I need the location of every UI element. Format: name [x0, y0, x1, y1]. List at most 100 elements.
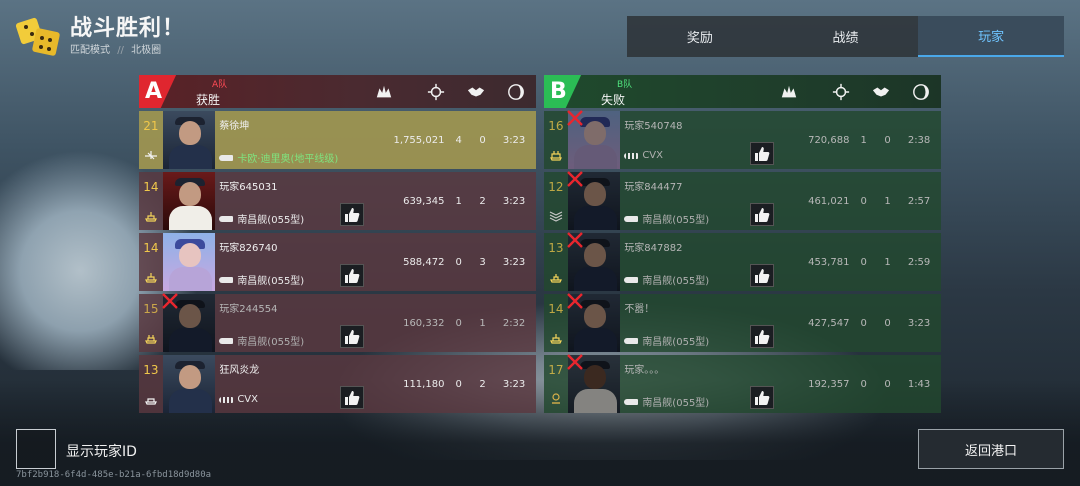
tab-rewards[interactable]: 奖励: [627, 16, 773, 57]
player-assists: 1: [479, 317, 486, 329]
show-player-id-label[interactable]: 显示玩家ID: [66, 441, 137, 461]
assists-column-icon: [861, 83, 901, 101]
ship-icon: [624, 337, 639, 344]
destroyed-x-icon: [567, 171, 583, 187]
destroyed-x-icon: [567, 293, 583, 309]
ship-icon: [624, 215, 639, 222]
kills-column-icon: [821, 83, 861, 101]
ship-name: CVX: [219, 394, 258, 405]
ship-icon: [219, 154, 234, 161]
player-score: 1,755,021: [393, 134, 445, 146]
destroyed-x-icon: [567, 110, 583, 126]
thumbs-up-icon: [755, 268, 770, 283]
player-kills: 0: [455, 317, 462, 329]
thumbs-up-icon: [755, 146, 770, 161]
player-name: 不嚣！: [624, 304, 655, 315]
player-score: 160,332: [403, 317, 445, 329]
player-level: 21: [143, 119, 159, 133]
player-kills: 0: [860, 256, 867, 268]
ship-name: 南昌舰(055型): [219, 211, 304, 226]
rank-ship-icon: [549, 151, 562, 161]
player-level: 14: [143, 180, 159, 194]
player-score: 192,357: [808, 378, 850, 390]
assists-column-icon: [456, 83, 496, 101]
tab-record[interactable]: 战绩: [773, 16, 919, 57]
team-b-result: 失败: [601, 93, 626, 107]
like-button[interactable]: [750, 325, 775, 348]
player-avatar: [162, 355, 216, 413]
player-level: 15: [143, 302, 159, 316]
like-button[interactable]: [340, 325, 365, 348]
player-kills: 0: [860, 317, 867, 329]
like-button[interactable]: [750, 142, 775, 165]
player-row[interactable]: 12 玩家844477 南昌舰(055型) 461,021 0 1 2:57: [544, 171, 941, 230]
match-info: 匹配模式 // 北极圈: [70, 41, 161, 56]
player-row[interactable]: 13 玩家847882 南昌舰(055型) 453,781 0 1 2:59: [544, 232, 941, 291]
team-b-header: B B队 失败: [544, 75, 941, 108]
show-player-id-checkbox[interactable]: [16, 429, 56, 469]
player-name: 玩家244554: [219, 304, 278, 315]
player-time: 3:23: [907, 317, 931, 329]
player-time: 2:59: [907, 256, 931, 268]
player-assists: 3: [479, 256, 486, 268]
rank-ship-icon: [549, 274, 562, 283]
thumbs-up-icon: [345, 207, 360, 222]
like-button[interactable]: [340, 203, 365, 226]
like-button[interactable]: [750, 203, 775, 226]
like-button[interactable]: [750, 264, 775, 287]
player-row[interactable]: 16 玩家540748 CVX 720,688 1 0 2:38: [544, 110, 941, 169]
player-assists: 1: [884, 195, 891, 207]
player-avatar: [162, 172, 216, 230]
ship-name: 卡欧·迪里奥(地平线级): [219, 150, 338, 165]
player-row[interactable]: 13 狂风炎龙 CVX 111,180 0 2 3:23: [139, 355, 536, 413]
player-time: 2:38: [907, 134, 931, 146]
player-score: 111,180: [403, 378, 445, 390]
destroyed-x-icon: [162, 293, 178, 309]
player-level: 12: [548, 180, 564, 194]
player-kills: 0: [455, 256, 462, 268]
player-row[interactable]: 15 玩家244554 南昌舰(055型) 160,332 0 1 2:32: [139, 293, 536, 352]
player-kills: 1: [860, 134, 867, 146]
like-button[interactable]: [750, 386, 775, 409]
thumbs-up-icon: [755, 329, 770, 344]
ship-icon: [624, 276, 639, 283]
player-name: 玩家847882: [624, 243, 683, 254]
ship-icon: [219, 276, 234, 283]
ship-name: CVX: [624, 150, 663, 161]
ship-icon: [219, 337, 234, 344]
player-name: 玩家。。。: [624, 365, 665, 376]
page-title: 战斗胜利！: [70, 16, 186, 41]
player-row[interactable]: 17 玩家。。。 南昌舰(055型) 192,357 0 0 1:43: [544, 354, 941, 413]
player-level: 13: [143, 363, 159, 377]
player-level: 16: [548, 119, 564, 133]
destroyed-x-icon: [567, 354, 583, 370]
rank-ship-icon: [549, 334, 562, 344]
destroyed-x-icon: [567, 232, 583, 248]
player-score: 453,781: [808, 256, 850, 268]
player-score: 427,547: [808, 317, 850, 329]
player-kills: 0: [860, 378, 867, 390]
player-kills: 0: [455, 378, 462, 390]
player-name: 玩家826740: [219, 243, 278, 254]
player-name: 玩家540748: [624, 121, 683, 132]
player-assists: 0: [884, 378, 891, 390]
ship-name: 南昌舰(055型): [624, 333, 709, 348]
column-icons: [364, 75, 536, 108]
game-mode: 匹配模式: [70, 45, 110, 56]
player-row[interactable]: 14 不嚣！ 南昌舰(055型) 427,547 0 0 3:23: [544, 293, 941, 352]
thumbs-up-icon: [345, 268, 360, 283]
player-time: 3:23: [502, 134, 526, 146]
player-assists: 0: [479, 134, 486, 146]
rank-ship-icon: [144, 398, 157, 405]
team-b-letter: B: [544, 75, 588, 108]
like-button[interactable]: [340, 264, 365, 287]
player-score: 639,345: [403, 195, 445, 207]
time-column-icon: [496, 83, 536, 101]
player-row[interactable]: 14 玩家645031 南昌舰(055型) 639,345 1 2 3:23: [139, 172, 536, 230]
player-row[interactable]: 14 玩家826740 南昌舰(055型) 588,472 0 3 3:23: [139, 233, 536, 291]
tab-players[interactable]: 玩家: [918, 16, 1065, 57]
player-row[interactable]: 21 蔡徐坤 卡欧·迪里奥(地平线级) 1,755,021 4 0 3:23: [139, 111, 536, 169]
player-name: 蔡徐坤: [219, 121, 250, 132]
return-to-port-button[interactable]: 返回港口: [918, 429, 1064, 469]
like-button[interactable]: [340, 386, 365, 409]
